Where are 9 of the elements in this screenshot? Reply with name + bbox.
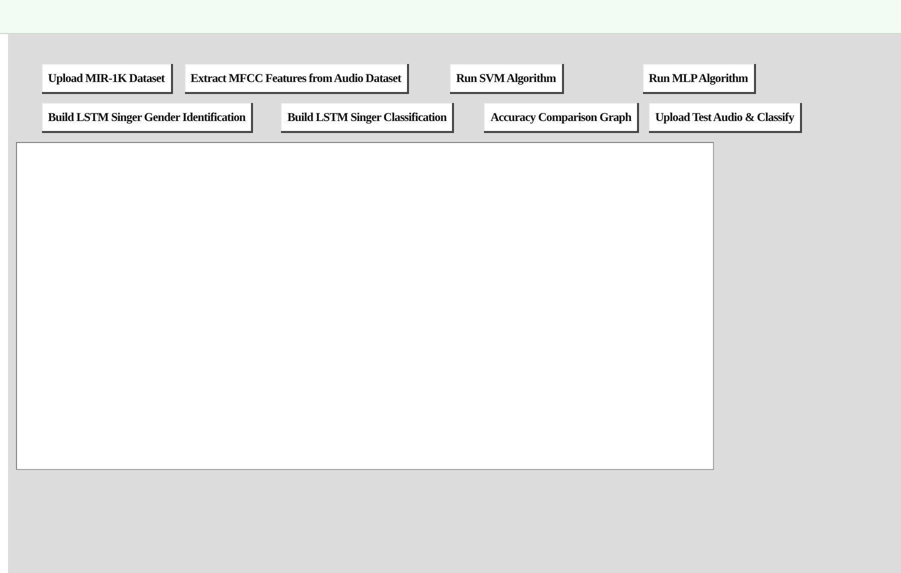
action-button[interactable]: Build LSTM Singer Classification — [281, 103, 454, 133]
action-button[interactable]: Accuracy Comparison Graph — [484, 103, 640, 133]
action-button[interactable]: Extract MFCC Features from Audio Dataset — [184, 64, 410, 94]
action-button[interactable]: Run MLP Algorithm — [642, 64, 756, 94]
output-text-area[interactable] — [16, 142, 714, 470]
action-button[interactable]: Build LSTM Singer Gender Identification — [42, 103, 254, 133]
action-button[interactable]: Run SVM Algorithm — [450, 64, 564, 94]
action-button[interactable]: Upload Test Audio & Classify — [649, 103, 802, 133]
action-button[interactable]: Upload MIR-1K Dataset — [42, 64, 173, 94]
